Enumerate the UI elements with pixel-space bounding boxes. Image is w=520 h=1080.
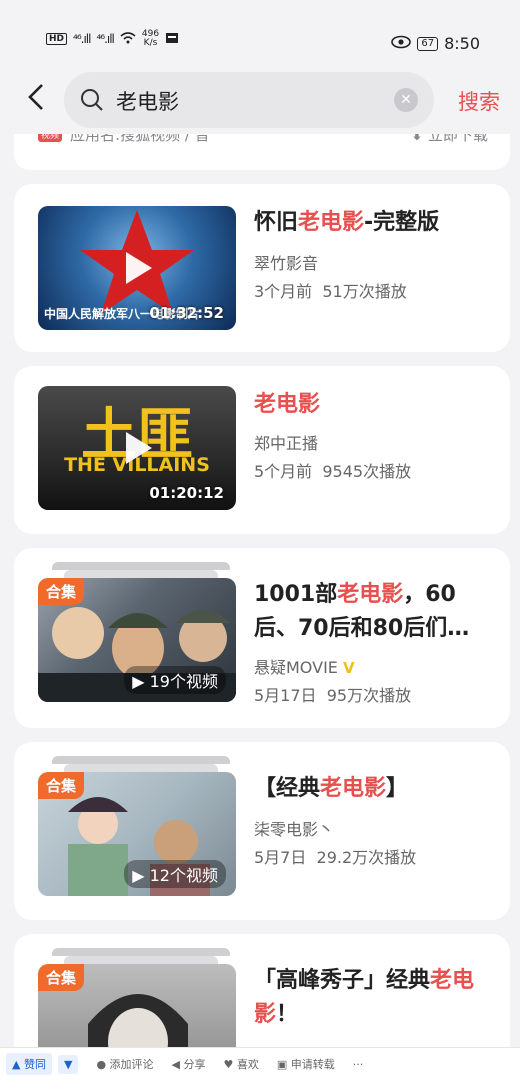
collection-badge: 合集 — [38, 772, 85, 799]
clear-icon[interactable]: ✕ — [394, 88, 418, 112]
author-name[interactable]: 翠竹影音 — [254, 250, 318, 274]
author-name[interactable]: 悬疑MOVIE V — [254, 654, 355, 678]
hd-icon: HD — [46, 33, 68, 45]
collection-title: 「高峰秀子」经典老电影！ — [254, 968, 475, 1027]
play-icon — [126, 432, 152, 464]
result-card[interactable]: 土匪 THE VILLAINS 01:20:12 老电影 郑中正播 5个月前 9… — [14, 366, 510, 534]
verified-icon: V — [343, 659, 355, 677]
signal-icon: ⁴⁶.ıll — [96, 32, 114, 46]
stack-decoration — [52, 948, 230, 956]
stack-decoration — [52, 562, 230, 570]
collection-title: 1001部老电影，60后、70后和80后们… — [254, 582, 470, 641]
collection-card[interactable]: 合集 ▶ 12个视频 【经典老电影】 柒零电影丶 5月7日 29.2万次播放 — [14, 742, 510, 920]
video-count: ▶ 19个视频 — [124, 666, 226, 694]
collection-card[interactable]: 合集 ▶ 19个视频 1001部老电影，60后、70后和80后们… 悬疑MOVI… — [14, 548, 510, 728]
video-meta: 5月7日 29.2万次播放 — [254, 848, 417, 867]
video-meta: 3个月前 51万次播放 — [254, 282, 407, 301]
battery-icon: 67 — [417, 36, 439, 51]
video-duration: 01:32:52 — [149, 304, 224, 322]
collection-title: 【经典老电影】 — [254, 776, 409, 801]
signal-icon: ⁴⁶.ıll — [73, 32, 91, 46]
author-name[interactable]: 郑中正播 — [254, 430, 318, 454]
share-button[interactable]: ◀ 分享 — [172, 1056, 206, 1072]
network-speed: 496 K/s — [141, 29, 160, 48]
back-icon[interactable] — [24, 82, 50, 112]
video-meta: 5月17日 95万次播放 — [254, 686, 412, 705]
calendar-icon — [165, 31, 179, 47]
play-icon — [126, 252, 152, 284]
repost-button[interactable]: ▣ 申请转载 — [277, 1056, 335, 1072]
stack-decoration — [52, 756, 230, 764]
wifi-icon — [120, 31, 136, 47]
status-right: 67 8:50 — [391, 34, 480, 53]
search-query: 老电影 — [116, 90, 179, 114]
search-button[interactable]: 搜索 — [458, 86, 500, 116]
video-count: ▶ 12个视频 — [124, 860, 226, 888]
search-icon — [80, 88, 104, 112]
result-card[interactable]: 中国人民解放军八一电影制片 01:32:52 怀旧老电影-完整版 翠竹影音 3个… — [14, 184, 510, 352]
collection-badge: 合集 — [38, 964, 85, 991]
collection-thumbnail[interactable]: 合集 ▶ 12个视频 — [38, 772, 236, 896]
bottom-toolbar: ▲ 赞同 ▼ ● 添加评论 ◀ 分享 ♥ 喜欢 ▣ 申请转载 ··· — [0, 1047, 520, 1080]
video-title: 老电影 — [254, 392, 321, 417]
video-title: 怀旧老电影-完整版 — [254, 210, 440, 235]
video-meta: 5个月前 9545次播放 — [254, 462, 412, 481]
comment-button[interactable]: ● 添加评论 — [96, 1056, 153, 1072]
status-bar: HD ⁴⁶.ıll ⁴⁶.ıll 496 K/s 67 8:50 — [0, 0, 520, 62]
search-input[interactable]: 老电影 ✕ — [64, 72, 434, 128]
author-name[interactable]: 柒零电影丶 — [254, 816, 334, 840]
search-row: 老电影 ✕ 搜索 — [0, 66, 520, 134]
video-duration: 01:20:12 — [149, 484, 224, 502]
like-button[interactable]: ♥ 喜欢 — [224, 1056, 259, 1072]
downvote-button[interactable]: ▼ — [57, 1054, 79, 1074]
clock: 8:50 — [444, 34, 480, 53]
collection-badge: 合集 — [38, 578, 85, 605]
video-thumbnail[interactable]: 中国人民解放军八一电影制片 01:32:52 — [38, 206, 236, 330]
more-button[interactable]: ··· — [353, 1058, 364, 1071]
status-left: HD ⁴⁶.ıll ⁴⁶.ıll 496 K/s — [46, 30, 179, 48]
video-thumbnail[interactable]: 土匪 THE VILLAINS 01:20:12 — [38, 386, 236, 510]
upvote-button[interactable]: ▲ 赞同 — [6, 1053, 52, 1075]
eye-icon — [391, 34, 412, 53]
collection-thumbnail[interactable]: 合集 ▶ 19个视频 — [38, 578, 236, 702]
